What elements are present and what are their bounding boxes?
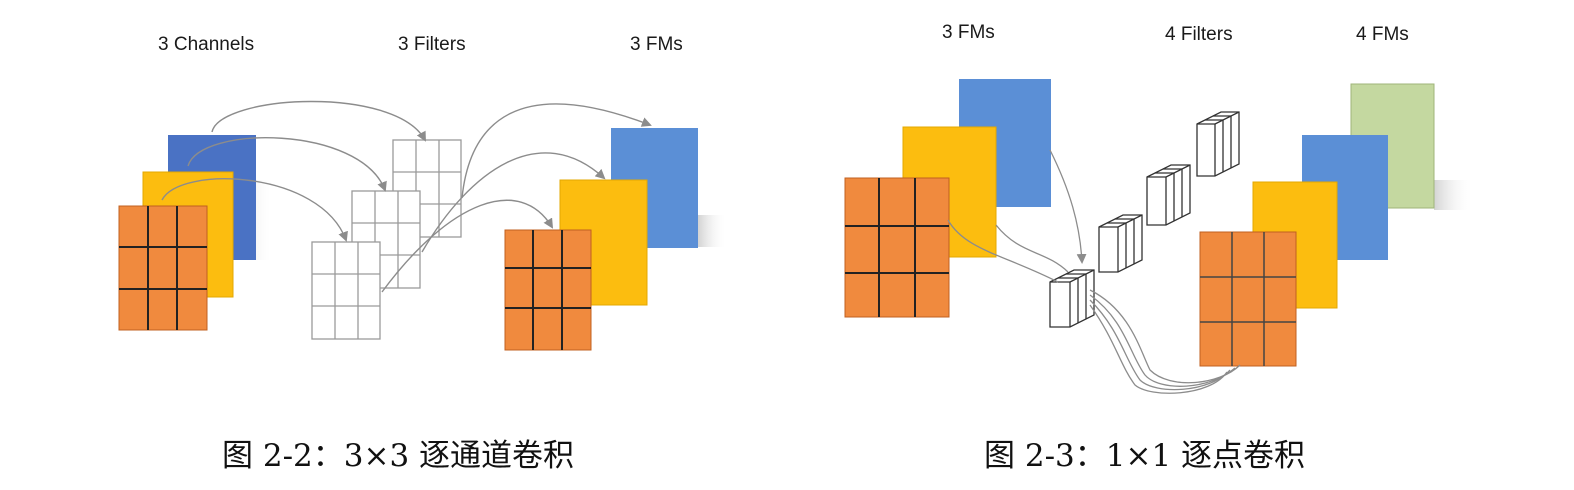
- input-channels: [118, 135, 273, 331]
- conn-yellow-to-filter: [995, 224, 1069, 273]
- filter-front: [311, 241, 381, 340]
- label-4-filters: 4 Filters: [1165, 24, 1233, 45]
- label-3-fms-in: 3 FMs: [942, 22, 995, 43]
- filter-cube-3: [1146, 164, 1191, 226]
- fm-shadow: [697, 215, 727, 247]
- input-channel-orange: [118, 205, 208, 331]
- label-3-channels: 3 Channels: [158, 34, 255, 55]
- input-fm-orange: [844, 177, 950, 318]
- filter-cube-2: [1098, 214, 1143, 273]
- pointwise-conv-diagram: [844, 79, 1474, 394]
- depthwise-conv-panel: 3 Channels 3 Filters 3 FMs 图 2-2：3×3 逐通道…: [0, 0, 790, 490]
- pointwise-conv-panel: 3 FMs 4 Filters 4 FMs 图 2-3：1×1 逐点卷积: [790, 0, 1574, 490]
- filter-cube-1: [1049, 269, 1095, 328]
- input-fms: [844, 79, 1051, 318]
- output-fms: [504, 128, 727, 351]
- filter-cube-4: [1196, 111, 1240, 177]
- output-fm-orange: [504, 229, 592, 351]
- filters: [311, 139, 462, 340]
- caption-fig-2-3: 图 2-3：1×1 逐点卷积: [984, 438, 1306, 474]
- label-3-filters: 3 Filters: [398, 34, 466, 55]
- depthwise-conv-diagram: [118, 100, 727, 351]
- output-fms-4: [1199, 83, 1474, 367]
- caption-fig-2-2: 图 2-2：3×3 逐通道卷积: [222, 438, 575, 474]
- label-3-fms: 3 FMs: [630, 34, 683, 55]
- label-4-fms: 4 FMs: [1356, 24, 1409, 45]
- output-fm-orange: [1199, 231, 1297, 367]
- conn-blue-to-filter: [1049, 149, 1087, 264]
- arrow-channel1-to-filter: [211, 100, 426, 142]
- fm-shadow: [1434, 180, 1474, 210]
